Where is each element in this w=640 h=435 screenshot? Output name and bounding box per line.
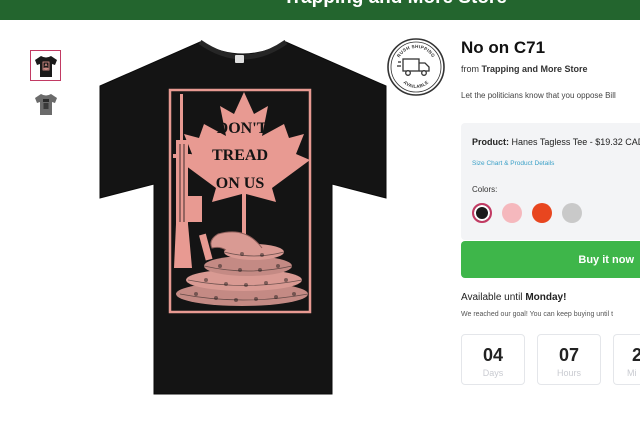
color-swatch-orange[interactable]: [532, 203, 552, 223]
color-swatch-black[interactable]: [472, 203, 492, 223]
product-description: Let the politicians know that you oppose…: [461, 91, 616, 100]
store-title: Trapping and More Store: [0, 0, 640, 9]
tshirt-thumbnail-icon: [34, 55, 57, 77]
product-image: DON'T TREAD ON US: [96, 36, 390, 398]
buy-it-now-button[interactable]: Buy it now: [461, 241, 640, 278]
availability-prefix: Available until: [461, 292, 523, 303]
store-header-bar: Trapping and More Store: [0, 0, 640, 20]
countdown-hours-unit: Hours: [556, 368, 581, 378]
countdown-minutes-unit: Mi: [627, 368, 637, 378]
colors-label: Colors:: [472, 185, 498, 194]
availability-day: Monday!: [525, 292, 567, 303]
from-label: from: [461, 64, 479, 74]
countdown-days-unit: Days: [482, 368, 504, 378]
print-text-line-3: ON US: [216, 175, 265, 192]
countdown-hours: 07 Hours: [537, 334, 601, 385]
tshirt-thumbnail-icon: [34, 93, 57, 115]
countdown-days: 04 Days: [461, 334, 525, 385]
product-selector[interactable]: Product: Hanes Tagless Tee - $19.32 CAD: [472, 137, 640, 147]
color-swatch-pink[interactable]: [502, 203, 522, 223]
product-label: Product:: [472, 137, 509, 147]
size-chart-link[interactable]: Size Chart & Product Details: [472, 160, 554, 167]
thumbnail-front-view[interactable]: [30, 50, 61, 81]
availability-text: Available until Monday!: [461, 292, 566, 303]
goal-note: We reached our goal! You can keep buying…: [461, 311, 614, 318]
thumbnail-back-view[interactable]: [30, 88, 61, 119]
print-text-line-1: DON'T: [217, 120, 268, 137]
countdown-days-value: 04: [482, 345, 504, 365]
countdown-minutes-value: 2: [614, 345, 640, 366]
product-value: Hanes Tagless Tee - $19.32 CAD: [511, 137, 640, 147]
store-attribution: from Trapping and More Store: [461, 64, 588, 74]
countdown-minutes: 2 Mi: [613, 334, 640, 385]
countdown-hours-value: 07: [558, 345, 580, 365]
product-title: No on C71: [461, 38, 546, 57]
product-options-panel: Product: Hanes Tagless Tee - $19.32 CAD …: [461, 123, 640, 240]
print-text-line-2: TREAD: [212, 147, 268, 164]
store-link[interactable]: Trapping and More Store: [482, 64, 588, 74]
rush-shipping-badge: RUSH SHIPPING AVAILABLE: [386, 37, 446, 97]
color-swatch-gray[interactable]: [562, 203, 582, 223]
